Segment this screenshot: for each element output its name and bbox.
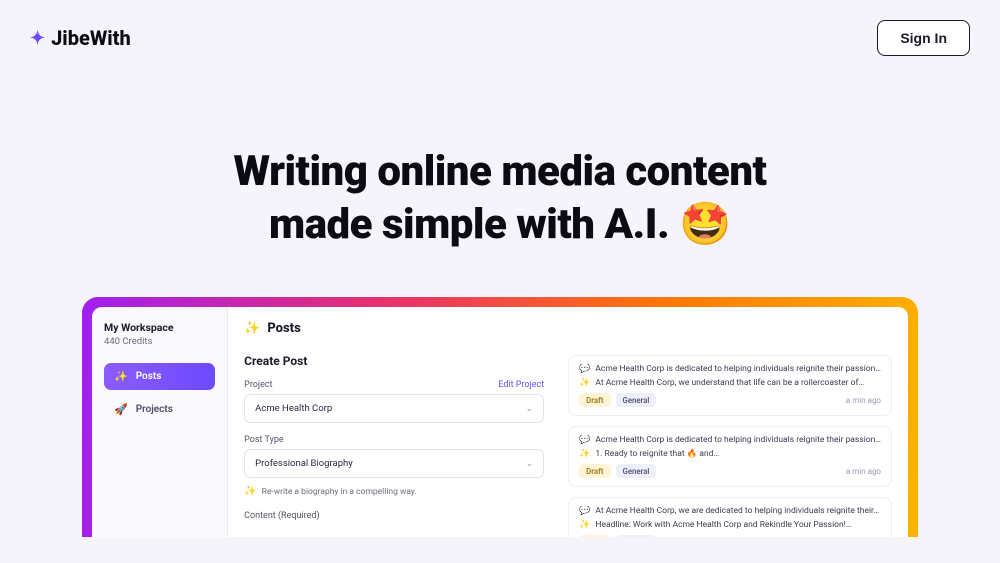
post-line-2: ✨ 1. Ready to reignite that 🔥 and… xyxy=(579,449,881,459)
post-type-field-row: Post Type xyxy=(244,435,544,445)
post-line-2: ✨ Headline: Work with Acme Health Corp a… xyxy=(579,520,881,530)
project-select[interactable]: Acme Health Corp ⌄ xyxy=(244,394,544,423)
hero-title: Writing online media content made simple… xyxy=(20,146,980,251)
app-preview-shell: My Workspace 440 Credits ✨ Posts 🚀 Proje… xyxy=(82,297,918,537)
edit-project-link[interactable]: Edit Project xyxy=(498,380,544,390)
post-type-hint: ✨ Re-write a biography in a compelling w… xyxy=(244,486,544,497)
post-text: Headline: Work with Acme Health Corp and… xyxy=(595,520,851,530)
hero-title-line2: made simple with A.I. 🤩 xyxy=(269,200,731,249)
post-text: Acme Health Corp is dedicated to helping… xyxy=(595,435,881,445)
post-timestamp: a min ago xyxy=(846,396,881,405)
hint-text: Re-write a biography in a compelling way… xyxy=(262,487,417,497)
project-select-value: Acme Health Corp xyxy=(255,403,332,414)
sidebar-item-projects[interactable]: 🚀 Projects xyxy=(104,396,215,423)
sparkle-icon: ✨ xyxy=(579,378,590,388)
sparkle-icon: ✨ xyxy=(114,370,128,383)
post-text: 1. Ready to reignite that 🔥 and… xyxy=(595,449,719,459)
sidebar-item-label: Posts xyxy=(136,371,162,382)
post-type-select-value: Professional Biography xyxy=(255,458,353,469)
page-title: ✨ Posts xyxy=(244,321,544,336)
sparkle-icon: ✨ xyxy=(244,321,260,336)
sidebar-item-label: Projects xyxy=(136,404,173,415)
content-label: Content (Required) xyxy=(244,511,544,521)
sidebar: My Workspace 440 Credits ✨ Posts 🚀 Proje… xyxy=(92,307,227,537)
project-field-row: Project Edit Project xyxy=(244,380,544,390)
main-content: ✨ Posts Create Post Project Edit Project… xyxy=(227,307,908,537)
chevron-down-icon: ⌄ xyxy=(526,404,534,414)
post-type-select[interactable]: Professional Biography ⌄ xyxy=(244,449,544,478)
message-icon: 💬 xyxy=(579,506,590,516)
chevron-down-icon: ⌄ xyxy=(526,459,534,469)
post-footer: Draft General 3 mins ago xyxy=(579,535,881,537)
posts-list: 💬 Acme Health Corp is dedicated to helpi… xyxy=(568,321,892,523)
sidebar-item-posts[interactable]: ✨ Posts xyxy=(104,363,215,390)
post-timestamp: a min ago xyxy=(846,467,881,476)
post-card[interactable]: 💬 Acme Health Corp is dedicated to helpi… xyxy=(568,426,892,487)
tag-general: General xyxy=(616,393,657,407)
sign-in-button[interactable]: Sign In xyxy=(877,20,970,56)
message-icon: 💬 xyxy=(579,435,590,445)
post-line-1: 💬 Acme Health Corp is dedicated to helpi… xyxy=(579,364,881,374)
sparkle-icon: ✨ xyxy=(579,449,590,459)
create-post-heading: Create Post xyxy=(244,354,544,368)
post-tags: Draft General xyxy=(579,464,656,478)
sidebar-nav: ✨ Posts 🚀 Projects xyxy=(104,363,215,423)
create-post-panel: ✨ Posts Create Post Project Edit Project… xyxy=(244,321,544,523)
tag-draft: Draft xyxy=(579,535,610,537)
post-line-2: ✨ At Acme Health Corp, we understand tha… xyxy=(579,378,881,388)
post-tags: Draft General xyxy=(579,393,656,407)
post-card[interactable]: 💬 Acme Health Corp is dedicated to helpi… xyxy=(568,355,892,416)
top-nav: ✦ JibeWith Sign In xyxy=(0,0,1000,56)
post-line-1: 💬 At Acme Health Corp, we are dedicated … xyxy=(579,506,881,516)
rocket-icon: 🚀 xyxy=(114,403,128,416)
post-text: At Acme Health Corp, we understand that … xyxy=(595,378,864,388)
post-line-1: 💬 Acme Health Corp is dedicated to helpi… xyxy=(579,435,881,445)
project-label: Project xyxy=(244,380,272,390)
sparkle-icon: ✨ xyxy=(579,520,590,530)
hero-section: Writing online media content made simple… xyxy=(0,56,1000,297)
post-type-label: Post Type xyxy=(244,435,284,445)
page-title-text: Posts xyxy=(267,321,300,336)
message-icon: 💬 xyxy=(579,364,590,374)
workspace-name: My Workspace xyxy=(104,321,215,334)
sparkle-icon: ✨ xyxy=(244,486,256,497)
brand-name: JibeWith xyxy=(51,26,131,50)
post-footer: Draft General a min ago xyxy=(579,464,881,478)
app-preview: My Workspace 440 Credits ✨ Posts 🚀 Proje… xyxy=(92,307,908,537)
post-text: Acme Health Corp is dedicated to helping… xyxy=(595,364,881,374)
post-card[interactable]: 💬 At Acme Health Corp, we are dedicated … xyxy=(568,497,892,537)
post-tags: Draft General xyxy=(579,535,656,537)
sparkle-icon: ✦ xyxy=(30,28,45,49)
post-text: At Acme Health Corp, we are dedicated to… xyxy=(595,506,879,516)
workspace-credits: 440 Credits xyxy=(104,336,215,347)
hero-title-line1: Writing online media content xyxy=(234,147,767,196)
brand-logo[interactable]: ✦ JibeWith xyxy=(30,26,131,50)
tag-draft: Draft xyxy=(579,464,610,478)
tag-general: General xyxy=(616,535,657,537)
post-footer: Draft General a min ago xyxy=(579,393,881,407)
tag-draft: Draft xyxy=(579,393,610,407)
tag-general: General xyxy=(616,464,657,478)
